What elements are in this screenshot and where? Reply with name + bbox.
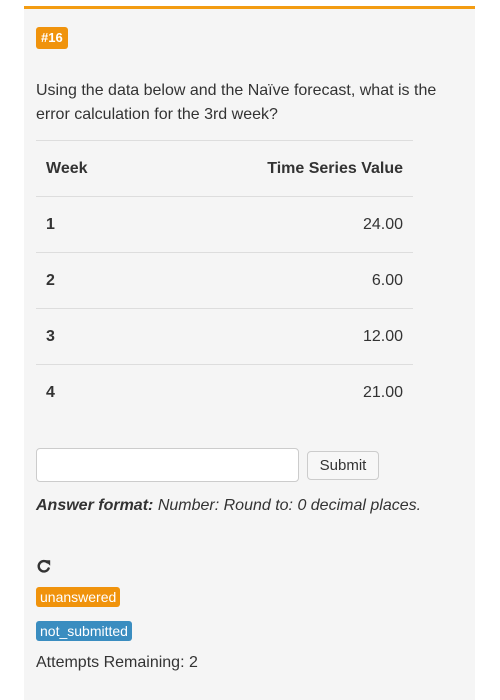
table-row: 3 12.00	[36, 308, 413, 365]
submission-status-badge: not_submitted	[36, 621, 132, 641]
answer-format: Answer format: Number: Round to: 0 decim…	[36, 497, 421, 515]
table-row: 2 6.00	[36, 252, 413, 309]
value-cell: 24.00	[142, 196, 413, 253]
table-header-row: Week Time Series Value	[36, 140, 413, 197]
value-cell: 21.00	[142, 364, 413, 421]
attempts-remaining: Attempts Remaining: 2	[36, 654, 198, 671]
value-cell: 6.00	[142, 252, 413, 309]
answer-format-label: Answer format:	[36, 497, 154, 514]
week-cell: 4	[36, 364, 143, 421]
submit-button[interactable]: Submit	[307, 451, 379, 480]
column-header-value: Time Series Value	[142, 140, 413, 197]
question-text: Using the data below and the Naïve forec…	[36, 82, 437, 123]
answer-status-badge: unanswered	[36, 587, 121, 607]
table-row: 4 21.00	[36, 364, 413, 421]
value-cell: 12.00	[142, 308, 413, 365]
question-card: #16 Using the data below and the Naïve f…	[24, 6, 475, 700]
week-cell: 1	[36, 196, 143, 253]
column-header-week: Week	[36, 140, 143, 197]
week-cell: 2	[36, 252, 143, 309]
retry-icon[interactable]	[36, 558, 52, 574]
answer-input[interactable]	[36, 448, 299, 482]
answer-format-text: Number: Round to: 0 decimal places.	[157, 497, 422, 514]
data-table: Week Time Series Value 1 24.00 2 6.00 3 …	[36, 140, 413, 421]
question-number-badge: #16	[36, 27, 68, 49]
week-cell: 3	[36, 308, 143, 365]
table-row: 1 24.00	[36, 196, 413, 253]
